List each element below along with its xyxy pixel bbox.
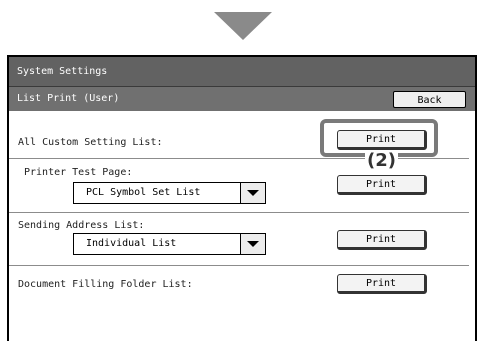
document-filling-folder-list-label: Document Filling Folder List: [18, 279, 193, 290]
callout-label: (2) [365, 150, 398, 171]
select-value: PCL Symbol Set List [86, 187, 201, 198]
select-value: Individual List [86, 238, 177, 249]
divider [9, 212, 469, 213]
divider [9, 158, 469, 159]
chevron-down-icon[interactable] [240, 183, 265, 203]
window-title: System Settings [9, 57, 475, 87]
all-custom-setting-list-label: All Custom Setting List: [18, 137, 163, 148]
printer-test-page-select[interactable]: PCL Symbol Set List [73, 182, 266, 204]
printer-test-page-label: Printer Test Page: [24, 167, 133, 178]
sending-address-list-label: Sending Address List: [18, 220, 145, 231]
print-button-sending-address-list[interactable]: Print [337, 230, 427, 250]
print-button-printer-test-page[interactable]: Print [337, 175, 427, 195]
chevron-down-icon[interactable] [240, 234, 265, 254]
print-button-document-filling-folder-list[interactable]: Print [337, 274, 427, 294]
sending-address-list-select[interactable]: Individual List [73, 233, 266, 255]
divider [9, 265, 469, 266]
down-arrow-icon [214, 12, 272, 40]
back-button[interactable]: Back [393, 91, 466, 108]
system-settings-screen: System Settings List Print (User) Back A… [7, 55, 477, 341]
